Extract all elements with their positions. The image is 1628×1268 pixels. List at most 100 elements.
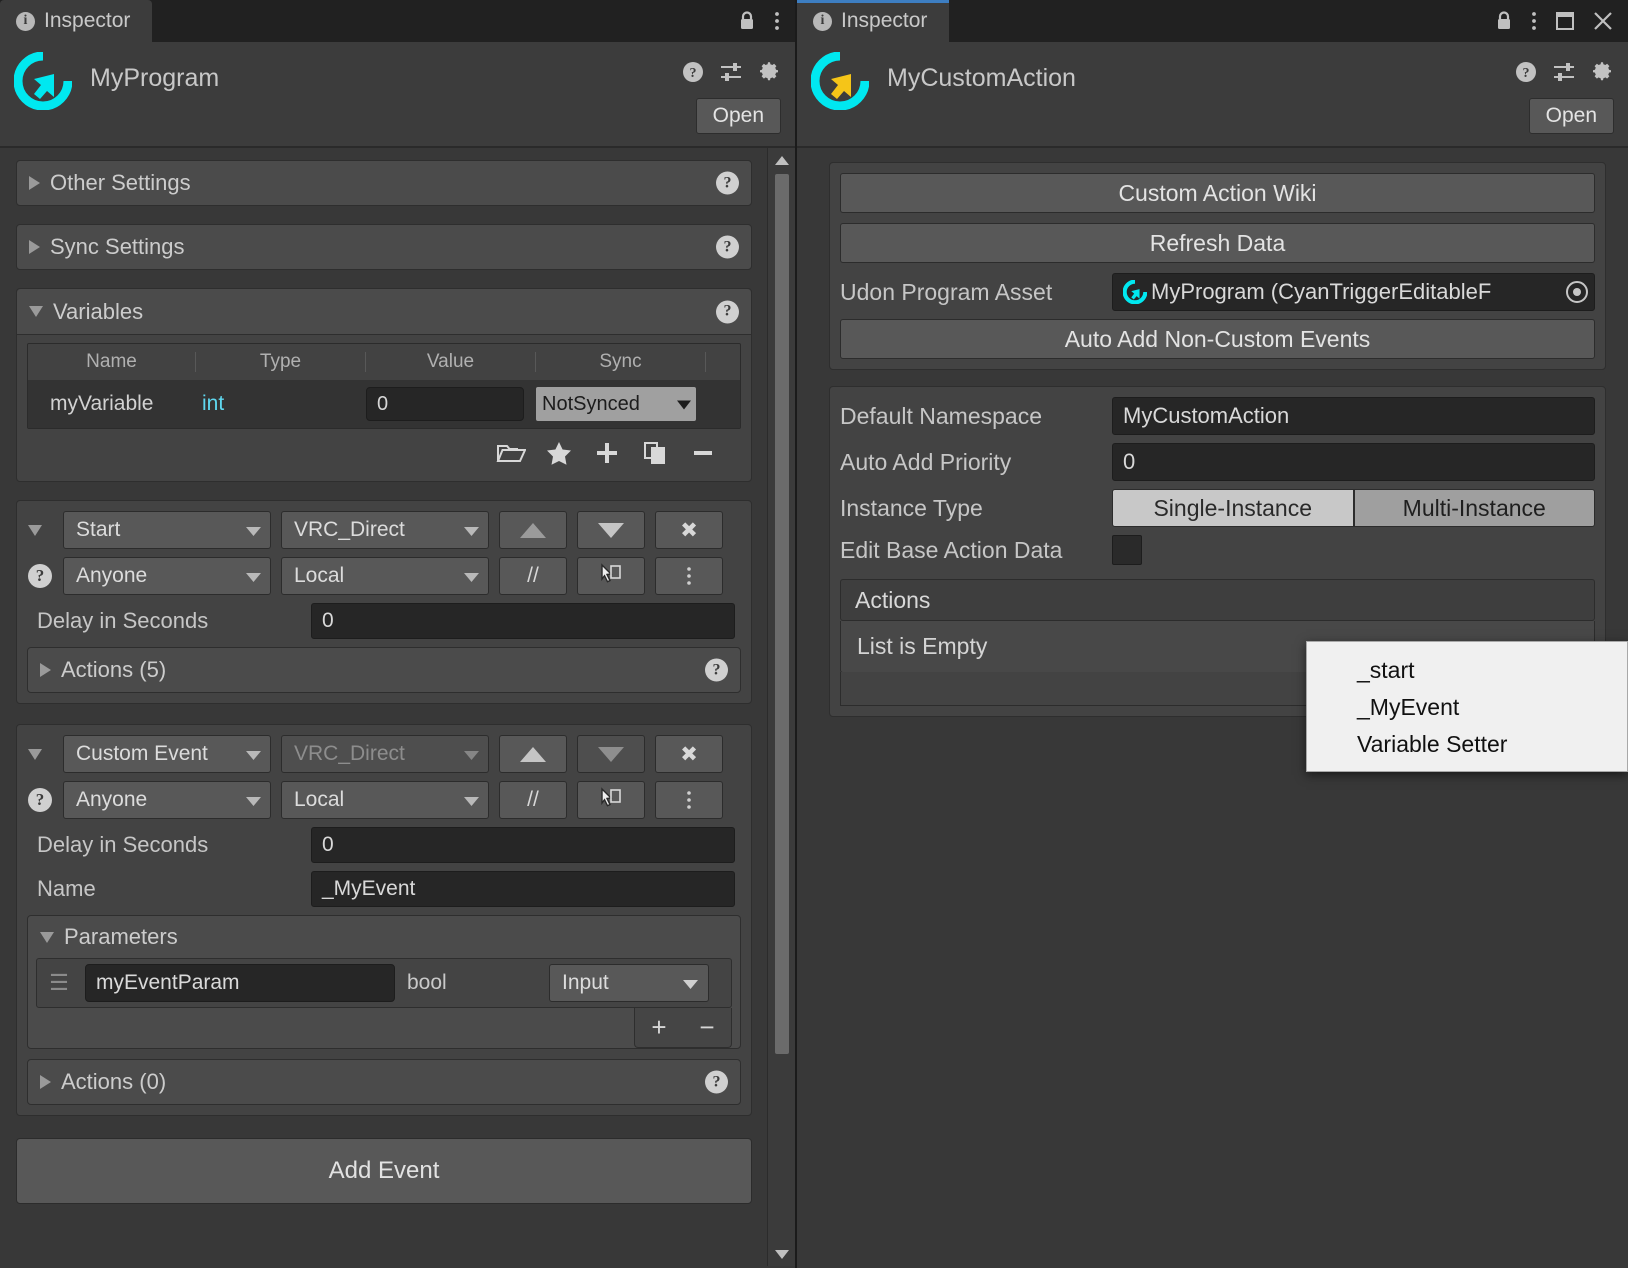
help-icon[interactable]: ?	[1514, 60, 1538, 84]
event-who-dropdown[interactable]: Anyone	[63, 781, 271, 819]
help-icon[interactable]: ?	[705, 1070, 728, 1094]
left-vertical-scrollbar[interactable]	[767, 148, 795, 1266]
foldout-actions-start[interactable]: Actions (5) ?	[27, 647, 741, 693]
minus-icon[interactable]: −	[683, 1008, 731, 1047]
parameter-direction-dropdown[interactable]: Input	[549, 964, 709, 1002]
maximize-icon[interactable]	[1554, 10, 1576, 32]
panel-divider[interactable]	[795, 0, 797, 1268]
kebab-menu-icon[interactable]	[773, 9, 781, 33]
delay-input[interactable]: 0	[311, 827, 735, 863]
help-icon[interactable]: ?	[681, 60, 705, 84]
plus-icon[interactable]: +	[635, 1008, 683, 1047]
help-icon[interactable]: ?	[716, 300, 739, 323]
plus-icon[interactable]	[583, 435, 631, 471]
parameters-header[interactable]: Parameters	[28, 916, 740, 958]
drag-handle-icon[interactable]: ☰	[45, 970, 73, 996]
event-name-input[interactable]: _MyEvent	[311, 871, 735, 907]
event-scope-dropdown[interactable]: Local	[281, 781, 489, 819]
screen-root: i Inspector MyProgram ? Open Other Setti…	[0, 0, 1628, 1268]
move-down-button	[577, 735, 645, 773]
kebab-icon[interactable]	[655, 557, 723, 595]
refresh-data-button[interactable]: Refresh Data	[840, 223, 1595, 263]
list-item[interactable]: ☰ myEventParam bool Input	[36, 958, 732, 1008]
right-inspector-panel: i Inspector MyCustomAction ? Open Custom…	[797, 0, 1628, 1268]
open-button-left[interactable]: Open	[695, 98, 781, 134]
udon-program-asset-field[interactable]: MyProgram (CyanTriggerEditableF	[1112, 273, 1595, 311]
copy-icon[interactable]	[577, 557, 645, 595]
help-icon[interactable]: ?	[27, 564, 53, 588]
delete-event-button[interactable]: ✖	[655, 511, 723, 549]
event-block-start: Start VRC_Direct ✖ ? Anyone Local // Del…	[16, 500, 752, 704]
custom-action-wiki-button[interactable]: Custom Action Wiki	[840, 173, 1595, 213]
help-icon[interactable]: ?	[705, 658, 728, 682]
scroll-up-arrow[interactable]	[768, 148, 795, 172]
close-icon[interactable]	[1592, 10, 1614, 32]
tab-label: Inspector	[841, 9, 928, 32]
menu-item-variable-setter[interactable]: Variable Setter	[1307, 726, 1627, 763]
chevron-down-icon[interactable]	[27, 524, 53, 536]
tab-inspector-left[interactable]: i Inspector	[0, 0, 153, 42]
object-picker-icon[interactable]	[1566, 281, 1588, 303]
add-event-button[interactable]: Add Event	[16, 1138, 752, 1204]
help-icon[interactable]: ?	[716, 171, 739, 195]
event-who-value: Anyone	[76, 788, 148, 811]
minus-icon[interactable]	[679, 435, 727, 471]
event-type-dropdown[interactable]: Custom Event	[63, 735, 271, 773]
scrollbar-thumb[interactable]	[775, 174, 789, 1054]
instance-type-multi[interactable]: Multi-Instance	[1353, 489, 1595, 527]
delay-input[interactable]: 0	[311, 603, 735, 639]
copy-icon[interactable]	[577, 781, 645, 819]
kebab-menu-icon[interactable]	[1530, 9, 1538, 33]
edit-base-action-data-checkbox[interactable]	[1112, 535, 1142, 565]
move-down-button[interactable]	[577, 511, 645, 549]
star-icon[interactable]	[535, 435, 583, 471]
preset-icon[interactable]	[719, 60, 743, 84]
move-up-button[interactable]	[499, 511, 567, 549]
actions-list-header[interactable]: Actions	[840, 579, 1595, 621]
instance-type-single[interactable]: Single-Instance	[1112, 489, 1354, 527]
duplicate-icon[interactable]	[631, 435, 679, 471]
variables-header[interactable]: Variables ?	[17, 289, 751, 335]
auto-add-events-button[interactable]: Auto Add Non-Custom Events	[840, 319, 1595, 359]
chevron-down-icon	[246, 742, 261, 766]
chevron-down-icon[interactable]	[27, 748, 53, 760]
event-who-dropdown[interactable]: Anyone	[63, 557, 271, 595]
auto-add-priority-input[interactable]: 0	[1112, 443, 1595, 481]
menu-item-start[interactable]: _start	[1307, 652, 1627, 689]
comment-button[interactable]: //	[499, 557, 567, 595]
lock-icon[interactable]	[1494, 10, 1514, 32]
tab-inspector-right[interactable]: i Inspector	[797, 0, 950, 42]
column-header-name: Name	[28, 352, 196, 372]
event-delay-row: Delay in Seconds 0	[27, 603, 741, 639]
folder-icon[interactable]	[487, 435, 535, 471]
gear-icon[interactable]	[1590, 60, 1614, 84]
help-icon[interactable]: ?	[716, 235, 739, 259]
event-scope-dropdown[interactable]: Local	[281, 557, 489, 595]
default-namespace-input[interactable]: MyCustomAction	[1112, 397, 1595, 435]
open-button-right[interactable]: Open	[1528, 98, 1614, 134]
delete-event-button[interactable]: ✖	[655, 735, 723, 773]
gear-icon[interactable]	[757, 60, 781, 84]
comment-button[interactable]: //	[499, 781, 567, 819]
instance-type-row: Instance Type Single-Instance Multi-Inst…	[840, 489, 1595, 527]
menu-item-myevent[interactable]: _MyEvent	[1307, 689, 1627, 726]
preset-icon[interactable]	[1552, 60, 1576, 84]
kebab-icon[interactable]	[655, 781, 723, 819]
help-icon[interactable]: ?	[27, 788, 53, 812]
chevron-down-icon	[464, 564, 479, 588]
foldout-sync-settings[interactable]: Sync Settings ?	[16, 224, 752, 270]
variable-sync-value: NotSynced	[542, 392, 640, 415]
variable-sync-dropdown[interactable]: NotSynced	[536, 387, 696, 421]
event-type-dropdown[interactable]: Start	[63, 511, 271, 549]
event-row-secondary: ? Anyone Local //	[27, 557, 741, 595]
lock-icon[interactable]	[737, 10, 757, 32]
scroll-down-arrow[interactable]	[768, 1242, 795, 1266]
parameter-name-input[interactable]: myEventParam	[85, 964, 395, 1002]
variable-value-input[interactable]: 0	[366, 387, 524, 421]
event-source-dropdown[interactable]: VRC_Direct	[281, 511, 489, 549]
foldout-actions-custom[interactable]: Actions (0) ?	[27, 1059, 741, 1105]
table-row[interactable]: myVariable int 0 NotSynced	[28, 380, 740, 428]
foldout-other-settings[interactable]: Other Settings ?	[16, 160, 752, 206]
chevron-down-icon	[464, 742, 479, 766]
move-up-button[interactable]	[499, 735, 567, 773]
